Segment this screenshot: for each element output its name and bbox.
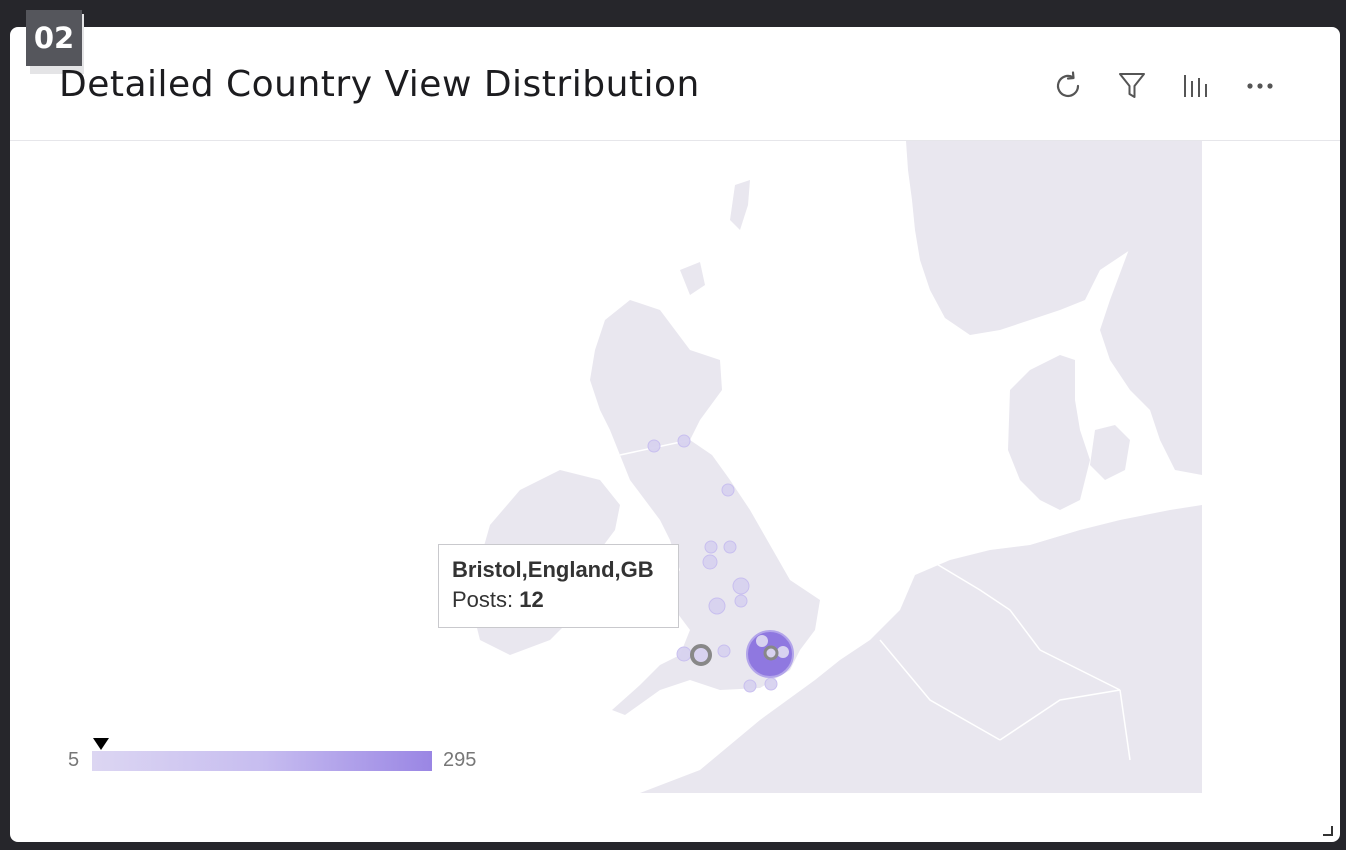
bar-chart-icon	[1184, 75, 1207, 97]
more-options-button[interactable]	[1240, 66, 1280, 106]
panel-number-badge: 02	[26, 10, 82, 66]
tooltip-place: Bristol,England,GB	[452, 557, 654, 582]
filter-button[interactable]	[1112, 66, 1152, 106]
legend-min-label: 5	[68, 749, 80, 771]
legend-color-scale	[92, 751, 432, 771]
denmark-landmass	[1008, 355, 1090, 510]
legend-pointer-icon	[93, 738, 109, 750]
highlight-ring	[763, 645, 779, 661]
refresh-icon	[1056, 71, 1080, 98]
orkney-islands	[680, 262, 705, 295]
map-area[interactable]	[10, 141, 1202, 793]
panel-title: Detailed Country View Distribution	[59, 64, 700, 105]
refresh-button[interactable]	[1048, 66, 1088, 106]
legend-max-label: 295	[443, 749, 477, 771]
filter-icon	[1119, 73, 1145, 98]
tooltip-metric-value: 12	[519, 587, 544, 612]
resize-handle[interactable]	[1322, 824, 1334, 842]
london-sub-bubble	[777, 646, 789, 658]
resize-corner-icon	[1323, 826, 1333, 836]
more-icon	[1247, 83, 1273, 89]
chart-type-button[interactable]	[1176, 66, 1216, 106]
map-svg	[470, 141, 1202, 793]
danish-islands	[1090, 425, 1130, 480]
tooltip-metric-label: Posts:	[452, 587, 520, 612]
map-tooltip: Bristol,England,GB Posts: 12	[438, 544, 679, 628]
shetland-islands	[730, 180, 750, 230]
bristol-bubble-highlighted	[690, 644, 712, 666]
london-sub-bubble	[756, 635, 768, 647]
tooltip-metric: Posts: 12	[452, 585, 665, 615]
